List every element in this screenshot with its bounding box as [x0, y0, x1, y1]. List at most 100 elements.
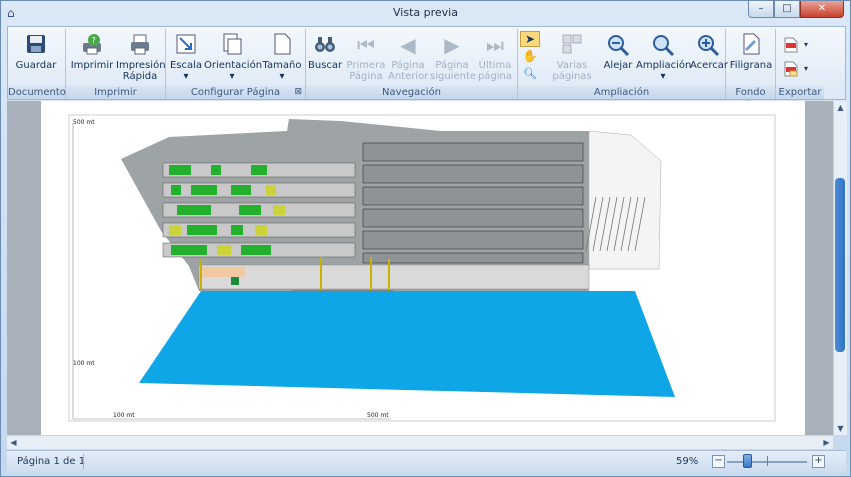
- page-indicator: Página 1 de 1: [17, 456, 86, 467]
- zoom-slider-thumb[interactable]: [743, 454, 752, 468]
- group-documento: Guardar Documento: [8, 29, 66, 99]
- vertical-scroll-thumb[interactable]: [835, 178, 845, 352]
- previous-page-icon: ◀: [400, 33, 416, 57]
- acercar-label: Acercar: [690, 60, 728, 71]
- storage-blocks: [362, 142, 584, 264]
- buscar-label: Buscar: [308, 60, 343, 71]
- horizontal-scrollbar[interactable]: ◀ ▶: [7, 435, 833, 449]
- scroll-down-arrow-icon[interactable]: ▼: [834, 422, 847, 435]
- group-ampliacion: ➤ ✋ 🔍︎ Varias páginas Alejar Ampliación …: [518, 29, 728, 99]
- container-yard: [162, 162, 356, 258]
- svg-text:?: ?: [92, 36, 96, 45]
- scale-label-100-left: 100 mt: [73, 360, 95, 367]
- guardar-label: Guardar: [15, 60, 57, 71]
- export-send-dropdown-arrow[interactable]: ▾: [804, 64, 808, 73]
- orientacion-label: Orientación: [204, 60, 263, 71]
- document-viewer[interactable]: 500 mt 100 mt 100 mt 500 mt: [7, 101, 833, 435]
- group-label-imprimir: Imprimir: [66, 86, 165, 99]
- scroll-up-arrow-icon[interactable]: ▲: [834, 101, 847, 114]
- minimize-button[interactable]: –: [748, 1, 774, 18]
- export-pdf-dropdown-arrow[interactable]: ▾: [804, 40, 808, 49]
- group-label-fondo: Fondo d...: [726, 86, 775, 111]
- varias-paginas-button[interactable]: Varias páginas: [548, 31, 596, 86]
- pagina-siguiente-button[interactable]: ▶ Página siguiente: [430, 31, 477, 86]
- ampliacion-button[interactable]: Ampliación ▾: [636, 31, 692, 86]
- printer-help-icon: ?: [80, 33, 104, 57]
- zoom-out-icon: [606, 33, 630, 57]
- filigrana-label: Filigrana: [729, 60, 773, 71]
- escala-label: Escala: [169, 60, 203, 71]
- first-page-icon: ⏮: [357, 33, 375, 57]
- pagina-anterior-button[interactable]: ◀ Página Anterior: [388, 31, 428, 86]
- escala-button[interactable]: Escala ▾: [168, 31, 204, 86]
- group-imprimir: ? Imprimir Impresión Rápida Imprimir: [66, 29, 166, 99]
- pointer-tool-icon[interactable]: ➤: [520, 31, 540, 47]
- zoom-in-icon: [696, 33, 720, 57]
- binoculars-icon: [313, 33, 337, 57]
- zoom-tool-icon[interactable]: 🔍︎: [520, 67, 540, 83]
- last-page-icon: ⏭: [486, 33, 504, 57]
- save-icon: [24, 33, 48, 57]
- filigrana-button[interactable]: Filigrana: [728, 31, 774, 86]
- pagina-anterior-label: Página Anterior: [388, 60, 429, 82]
- port-map: 500 mt 100 mt 100 mt 500 mt: [68, 114, 776, 422]
- zoom-in-button[interactable]: +: [812, 455, 825, 468]
- zoom-out-button[interactable]: −: [712, 455, 725, 468]
- group-navegacion: Buscar ⏮ Primera Página ◀ Página Anterio…: [306, 29, 518, 99]
- group-label-configurar-pagina: Configurar Página: [166, 86, 305, 99]
- primera-pagina-label: Primera Página: [346, 60, 386, 82]
- group-label-documento: Documento: [8, 86, 66, 99]
- group-label-navegacion: Navegación: [306, 86, 517, 99]
- dialog-launcher-icon[interactable]: ⊠: [294, 87, 302, 97]
- maximize-button[interactable]: □: [774, 1, 800, 18]
- next-page-icon: ▶: [444, 33, 460, 57]
- scroll-right-arrow-icon[interactable]: ▶: [820, 436, 833, 449]
- imprimir-button[interactable]: ? Imprimir: [70, 31, 114, 86]
- sea-area: [139, 291, 675, 397]
- buscar-button[interactable]: Buscar: [308, 31, 342, 86]
- tamano-button[interactable]: Tamaño ▾: [262, 31, 302, 86]
- pagina-siguiente-label: Página siguiente: [430, 60, 477, 82]
- group-label-ampliacion: Ampliación: [518, 86, 725, 99]
- preview-page: 500 mt 100 mt 100 mt 500 mt: [41, 101, 805, 435]
- watermark-icon: [739, 33, 763, 57]
- ampliacion-dropdown-arrow: ▾: [660, 71, 666, 82]
- printer-icon: [128, 33, 152, 57]
- alejar-button[interactable]: Alejar: [600, 31, 636, 86]
- impresion-rapida-label: Impresión Rápida: [116, 60, 166, 82]
- varias-paginas-label: Varias páginas: [552, 60, 592, 82]
- close-button[interactable]: ✕: [800, 1, 844, 18]
- scroll-left-arrow-icon[interactable]: ◀: [7, 436, 20, 449]
- acercar-button[interactable]: Acercar: [690, 31, 728, 86]
- status-separator: [83, 454, 84, 469]
- export-send-icon[interactable]: [784, 61, 798, 80]
- hand-tool-icon[interactable]: ✋: [520, 49, 540, 65]
- page-size-icon: [270, 33, 294, 57]
- zoom-slider-center-mark: [767, 456, 768, 466]
- scale-label-500-bottom: 500 mt: [367, 412, 389, 419]
- group-label-exportar: Exportar: [776, 86, 824, 99]
- scale-icon: [174, 33, 198, 57]
- guardar-button[interactable]: Guardar: [14, 31, 58, 86]
- impresion-rapida-button[interactable]: Impresión Rápida: [116, 31, 166, 86]
- print-preview-window: ⌂ Vista previa – □ ✕ Guardar Documento ?: [0, 0, 851, 477]
- window-title: Vista previa: [393, 6, 458, 19]
- group-exportar: ▾ ▾ Exportar: [776, 29, 824, 99]
- export-pdf-icon[interactable]: [784, 37, 798, 56]
- scale-label-500-left: 500 mt: [73, 119, 95, 126]
- zoom-percent: 59%: [676, 456, 699, 467]
- title-bar[interactable]: ⌂ Vista previa – □ ✕: [1, 1, 850, 25]
- orientation-icon: [220, 33, 244, 57]
- escala-dropdown-arrow: ▾: [183, 71, 189, 82]
- ultima-pagina-button[interactable]: ⏭ Última página: [476, 31, 514, 86]
- primera-pagina-button[interactable]: ⏮ Primera Página: [346, 31, 386, 86]
- orientacion-dropdown-arrow: ▾: [229, 71, 235, 82]
- group-fondo: Filigrana Fondo d...: [726, 29, 776, 111]
- vertical-scrollbar[interactable]: ▲ ▼: [833, 101, 847, 435]
- orientacion-button[interactable]: Orientación ▾: [204, 31, 263, 86]
- alejar-label: Alejar: [603, 60, 633, 71]
- ribbon: Guardar Documento ? Imprimir Impresión R…: [7, 26, 846, 111]
- ampliacion-label: Ampliación: [636, 60, 692, 71]
- imprimir-label: Imprimir: [70, 60, 114, 71]
- status-bar: Página 1 de 1 59% − +: [7, 450, 846, 473]
